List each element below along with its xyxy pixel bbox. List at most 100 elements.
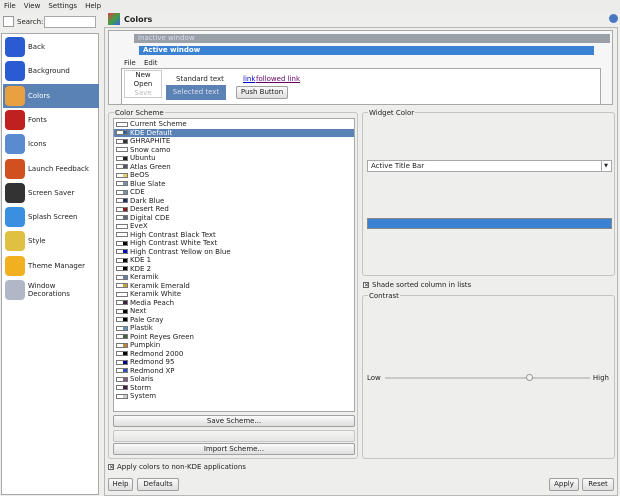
scheme-list-item[interactable]: Storm xyxy=(114,384,354,393)
sidebar-item-theme-manager[interactable]: Theme Manager xyxy=(3,254,99,278)
launch-feedback-icon xyxy=(5,158,25,179)
widget-color-select[interactable]: Active Title Bar ▼ xyxy=(367,160,612,172)
scheme-swatch-icon xyxy=(116,121,128,127)
scheme-swatch-icon xyxy=(116,240,128,246)
scheme-swatch-icon xyxy=(116,130,128,136)
scheme-name: Media Peach xyxy=(130,298,175,307)
shade-sorted-checkbox[interactable]: ✕ Shade sorted column in lists xyxy=(363,281,471,289)
scheme-list-item[interactable]: Snow camo xyxy=(114,146,354,155)
scheme-list-item[interactable]: Desert Red xyxy=(114,205,354,214)
scheme-list-item[interactable]: Ubuntu xyxy=(114,154,354,163)
scheme-swatch-icon xyxy=(116,393,128,399)
sidebar-item-screen-saver[interactable]: Screen Saver xyxy=(3,181,99,205)
preview-followed-link: followed link xyxy=(256,75,300,83)
style-icon xyxy=(5,231,25,252)
scheme-list-item[interactable]: KDE 2 xyxy=(114,265,354,274)
sidebar-item-label: Launch Feedback xyxy=(28,164,89,173)
scheme-list-item[interactable]: Solaris xyxy=(114,375,354,384)
search-input[interactable] xyxy=(44,16,96,28)
help-button[interactable]: Help xyxy=(108,478,133,491)
scheme-list-item[interactable]: KDE Default xyxy=(114,128,354,137)
scheme-list-item[interactable]: Keramik White xyxy=(114,290,354,299)
chevron-down-icon: ▼ xyxy=(601,161,610,171)
import-scheme-button[interactable]: Import Scheme... xyxy=(113,443,355,455)
scheme-list-item[interactable]: Atlas Green xyxy=(114,163,354,172)
sidebar-item-window-decorations[interactable]: Window Decorations xyxy=(3,278,99,302)
color-scheme-group: Color Scheme Current Scheme KDE Default GH… xyxy=(108,109,358,459)
scheme-list-item[interactable]: Current Scheme xyxy=(114,120,354,129)
menu-settings[interactable]: Settings xyxy=(48,2,77,10)
background-icon xyxy=(5,61,25,82)
sidebar-item-label: Back xyxy=(28,43,45,51)
scheme-name: EveX xyxy=(130,222,148,230)
scheme-list-item[interactable]: Point Reyes Green xyxy=(114,333,354,342)
scheme-name: High Contrast White Text xyxy=(130,239,218,247)
scheme-swatch-icon xyxy=(116,215,128,221)
scheme-list-item[interactable]: KDE 1 xyxy=(114,256,354,265)
sidebar-item-style[interactable]: Style xyxy=(3,229,99,253)
scheme-list-item[interactable]: High Contrast Black Text xyxy=(114,231,354,240)
sidebar-item-splash-screen[interactable]: Splash Screen xyxy=(3,205,99,229)
scheme-list-item[interactable]: CDE xyxy=(114,188,354,197)
widget-color-button[interactable] xyxy=(367,218,612,229)
help-icon[interactable] xyxy=(609,14,618,23)
menu-view[interactable]: View xyxy=(24,2,41,10)
sidebar-item-label: Screen Saver xyxy=(28,188,75,197)
scheme-swatch-icon xyxy=(116,334,128,340)
preview-standard-text: Standard text xyxy=(176,75,224,83)
scheme-list-item[interactable]: Next xyxy=(114,307,354,316)
sidebar-item-colors[interactable]: Colors xyxy=(3,83,99,108)
scheme-list[interactable]: Current Scheme KDE Default GHRAPHITE Snow c… xyxy=(113,118,355,412)
reset-button[interactable]: Reset xyxy=(582,478,614,491)
sidebar-item-fonts[interactable]: Fonts xyxy=(3,108,99,132)
menu-file[interactable]: File xyxy=(4,2,16,10)
scheme-list-item[interactable]: Redmond 2000 xyxy=(114,350,354,359)
scheme-list-item[interactable]: Blue Slate xyxy=(114,180,354,189)
scheme-list-item[interactable]: System xyxy=(114,392,354,401)
scheme-list-item[interactable]: Digital CDE xyxy=(114,214,354,223)
scheme-name: Dark Blue xyxy=(130,196,165,205)
sidebar-item-launch-feedback[interactable]: Launch Feedback xyxy=(3,157,99,181)
scheme-list-item[interactable]: Keramik xyxy=(114,273,354,282)
sidebar-item-background[interactable]: Background xyxy=(3,59,99,83)
icons-icon xyxy=(5,134,25,155)
menu-help[interactable]: Help xyxy=(85,2,101,10)
scheme-name: Redmond XP xyxy=(130,366,175,375)
scheme-list-item[interactable]: Media Peach xyxy=(114,299,354,308)
scheme-list-item[interactable]: BeOS xyxy=(114,171,354,180)
scheme-swatch-icon xyxy=(116,172,128,178)
popup-open: Open xyxy=(133,80,153,88)
scheme-name: Keramik Emerald xyxy=(130,281,190,290)
apply-button[interactable]: Apply xyxy=(549,478,579,491)
scheme-list-item[interactable]: High Contrast Yellow on Blue xyxy=(114,248,354,257)
clear-search-icon[interactable] xyxy=(3,16,14,27)
save-scheme-button[interactable]: Save Scheme... xyxy=(113,415,355,427)
scheme-swatch-icon xyxy=(116,325,128,331)
scheme-name: KDE 1 xyxy=(130,256,152,264)
sidebar-item-label: Splash Screen xyxy=(28,213,78,222)
contrast-slider-track[interactable] xyxy=(385,377,590,379)
scheme-name: Point Reyes Green xyxy=(130,332,194,341)
contrast-high-label: High xyxy=(592,374,609,382)
scheme-list-item[interactable]: EveX xyxy=(114,222,354,231)
scheme-swatch-icon xyxy=(116,266,128,272)
scheme-list-item[interactable]: Plastik xyxy=(114,324,354,333)
scheme-list-item[interactable]: Redmond 95 xyxy=(114,358,354,367)
apply-non-kde-checkbox[interactable]: ✕ Apply colors to non-KDE applications xyxy=(108,463,246,471)
scheme-list-item[interactable]: Redmond XP xyxy=(114,367,354,376)
sidebar-item-icons[interactable]: Icons xyxy=(3,132,99,156)
colors-header-icon xyxy=(108,13,120,25)
scheme-list-item[interactable]: Pumpkin xyxy=(114,341,354,350)
scheme-list-item[interactable]: Keramik Emerald xyxy=(114,282,354,291)
sidebar-item-label: Colors xyxy=(28,91,50,100)
defaults-button[interactable]: Defaults xyxy=(137,478,179,491)
scheme-swatch-icon xyxy=(116,385,128,391)
scheme-list-item[interactable]: High Contrast White Text xyxy=(114,239,354,248)
scheme-list-item[interactable]: Dark Blue xyxy=(114,197,354,206)
sidebar-item-back[interactable]: Back xyxy=(3,35,99,59)
scheme-name: CDE xyxy=(130,188,145,196)
scheme-list-item[interactable]: GHRAPHITE xyxy=(114,137,354,146)
scheme-list-item[interactable]: Pale Gray xyxy=(114,316,354,325)
inactive-titlebar: Inactive window xyxy=(134,34,610,43)
contrast-slider-thumb[interactable] xyxy=(525,374,533,381)
